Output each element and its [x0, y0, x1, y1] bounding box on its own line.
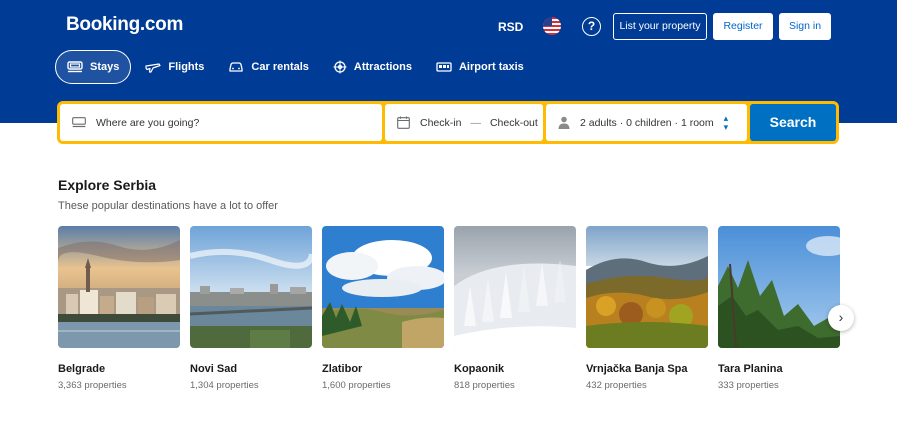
- bed-icon: [72, 117, 86, 128]
- destination-name: Belgrade: [58, 363, 106, 375]
- destination-card-kopaonik[interactable]: Kopaonik 818 properties: [454, 226, 576, 391]
- destination-name: Kopaonik: [454, 363, 505, 375]
- zlatibor-image: [322, 226, 444, 348]
- section-subtitle: These popular destinations have a lot to…: [58, 200, 278, 212]
- nav-flights-label: Flights: [168, 61, 205, 73]
- list-property-button[interactable]: List your property: [613, 13, 707, 40]
- destination-name: Vrnjačka Banja Spa: [586, 363, 688, 375]
- attractions-icon: [333, 60, 347, 74]
- taxi-icon: [436, 62, 452, 72]
- date-separator: —: [470, 116, 481, 129]
- destination-name: Novi Sad: [190, 363, 238, 375]
- nav-stays[interactable]: Stays: [55, 50, 132, 84]
- destination-count: 3,363 properties: [58, 380, 127, 391]
- calendar-icon: [397, 116, 410, 129]
- search-button[interactable]: Search: [750, 104, 836, 141]
- destination-card-belgrade[interactable]: Belgrade 3,363 properties: [58, 226, 180, 391]
- destination-placeholder: Where are you going?: [96, 116, 200, 129]
- destination-count: 432 properties: [586, 380, 647, 391]
- occupancy-label: 2 adults · 0 children · 1 room: [580, 116, 714, 129]
- sign-in-button[interactable]: Sign in: [779, 13, 831, 40]
- destination-field[interactable]: Where are you going?: [60, 104, 382, 141]
- destination-name: Zlatibor: [322, 363, 363, 375]
- destination-count: 818 properties: [454, 380, 515, 391]
- nav-airport-taxis[interactable]: Airport taxis: [426, 50, 534, 84]
- belgrade-image: [58, 226, 180, 348]
- nav-attractions[interactable]: Attractions: [323, 50, 422, 84]
- destination-card-vrnjacka-banja[interactable]: Vrnjačka Banja Spa 432 properties: [586, 226, 708, 391]
- bed-icon: [67, 61, 83, 73]
- destination-card-tara-planina[interactable]: Tara Planina 333 properties: [718, 226, 840, 391]
- car-icon: [229, 62, 244, 72]
- register-button[interactable]: Register: [713, 13, 773, 40]
- nav-airport-taxis-label: Airport taxis: [458, 61, 524, 73]
- occupancy-field[interactable]: 2 adults · 0 children · 1 room ▴ ▾: [546, 104, 747, 141]
- novi-sad-image: [190, 226, 312, 348]
- destination-count: 333 properties: [718, 380, 779, 391]
- destination-count: 1,600 properties: [322, 380, 391, 391]
- date-field[interactable]: Check-in — Check-out: [385, 104, 543, 141]
- carousel-next-icon[interactable]: ›: [828, 305, 854, 331]
- person-icon: [558, 116, 570, 129]
- updown-chevron-icon: ▴ ▾: [723, 112, 729, 132]
- check-out-label: Check-out: [489, 116, 538, 129]
- us-flag-icon[interactable]: [543, 17, 561, 35]
- plane-icon: [145, 63, 161, 73]
- vrnjacka-banja-image: [586, 226, 708, 348]
- destination-name: Tara Planina: [718, 363, 783, 375]
- kopaonik-image: [454, 226, 576, 348]
- nav-car-rentals[interactable]: Car rentals: [218, 50, 318, 84]
- check-in-label: Check-in: [420, 116, 462, 129]
- nav-flights[interactable]: Flights: [135, 50, 214, 84]
- destination-count: 1,304 properties: [190, 380, 259, 391]
- nav-car-rentals-label: Car rentals: [251, 61, 309, 73]
- nav-attractions-label: Attractions: [353, 61, 412, 73]
- search-bar: Where are you going? Check-in — Check-ou…: [57, 101, 839, 144]
- booking-logo[interactable]: Booking.com: [66, 14, 183, 36]
- tara-planina-image: [718, 226, 840, 348]
- nav-stays-label: Stays: [90, 61, 120, 73]
- currency-selector[interactable]: RSD: [498, 20, 523, 34]
- product-nav: Stays Flights Car rentals Attractions Ai…: [55, 50, 538, 84]
- destination-card-zlatibor[interactable]: Zlatibor 1,600 properties: [322, 226, 444, 391]
- destination-card-novi-sad[interactable]: Novi Sad 1,304 properties: [190, 226, 312, 391]
- section-title: Explore Serbia: [58, 177, 157, 193]
- help-icon[interactable]: ?: [582, 17, 601, 36]
